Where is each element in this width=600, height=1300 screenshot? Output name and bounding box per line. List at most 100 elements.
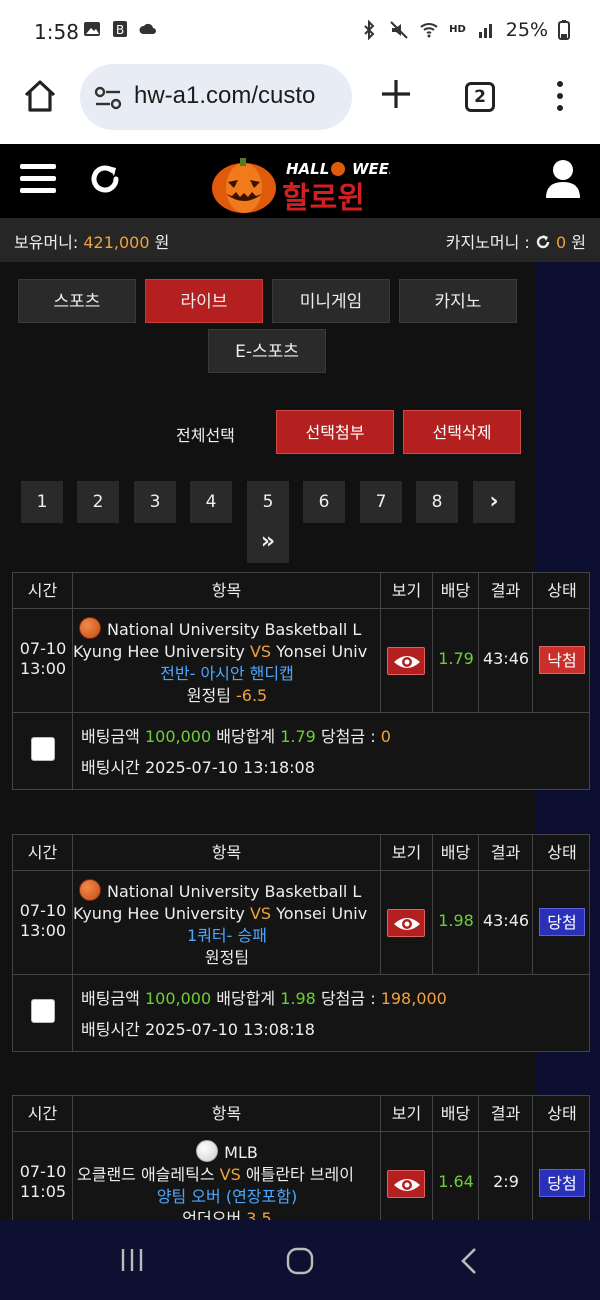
tab-minigame[interactable]: 미니게임	[272, 279, 390, 323]
more-menu-icon[interactable]	[550, 80, 570, 112]
checkbox-cell	[13, 975, 73, 1051]
back-icon[interactable]	[458, 1246, 480, 1276]
header-time: 시간	[13, 835, 73, 870]
league-name: National University Basketball L	[107, 882, 362, 901]
bettime-label: 배팅시간	[81, 758, 140, 777]
refresh-icon[interactable]	[88, 162, 122, 196]
win-label: 당첨금 :	[320, 727, 376, 746]
casino-refresh-icon[interactable]	[535, 234, 551, 250]
basketball-icon	[79, 879, 101, 901]
logo-text: 할로윈	[282, 181, 365, 214]
select-checkbox[interactable]	[31, 999, 55, 1023]
bet-card: 시간 항목 보기 배당 결과 상태 07-10 11:05 MLB 오클랜드 애…	[12, 1095, 590, 1220]
svg-text:HALL: HALL	[286, 160, 329, 178]
away-team: Yonsei Univ	[276, 904, 368, 923]
pick-name: 언더오버	[182, 1209, 242, 1220]
handicap-value: 3.5	[246, 1209, 272, 1220]
status-badge: 당첨	[539, 908, 585, 936]
pick-line: 원정팀	[73, 947, 380, 969]
money-bar: 보유머니: 421,000 원 카지노머니 : 0 원	[0, 218, 600, 262]
page-5[interactable]: 5	[247, 481, 289, 523]
checkbox-cell	[13, 713, 73, 789]
view-cell	[381, 1132, 433, 1220]
site-settings-icon[interactable]	[94, 86, 122, 110]
match-item: National University Basketball L Kyung H…	[73, 871, 381, 974]
win-value: 198,000	[380, 989, 447, 1008]
page-1[interactable]: 1	[21, 481, 63, 523]
header-item: 항목	[73, 573, 381, 608]
address-bar[interactable]: hw-a1.com/custo	[80, 64, 352, 130]
system-nav-bar	[0, 1220, 600, 1300]
home-icon[interactable]	[22, 78, 58, 114]
amount-label: 배팅금액	[81, 989, 140, 1008]
next-page-button[interactable]: ›	[473, 481, 515, 523]
last-page-button[interactable]: »	[247, 521, 289, 563]
view-details-button[interactable]	[387, 647, 425, 675]
recent-apps-icon[interactable]	[118, 1246, 146, 1274]
select-checkbox[interactable]	[31, 737, 55, 761]
header-time: 시간	[13, 573, 73, 608]
tab-casino[interactable]: 카지노	[399, 279, 517, 323]
match-date: 07-10	[19, 901, 67, 920]
vs-label: VS	[249, 904, 272, 923]
browser-toolbar: hw-a1.com/custo 2	[0, 62, 600, 144]
view-details-button[interactable]	[387, 1170, 425, 1198]
match-clock: 11:05	[19, 1182, 67, 1201]
table-row: 07-10 11:05 MLB 오클랜드 애슬레틱스 VS 애틀란타 브레이 양…	[13, 1132, 589, 1220]
status-bar: 1:58 B HD 25%	[0, 0, 600, 62]
page-2[interactable]: 2	[77, 481, 119, 523]
result-cell: 43:46	[479, 871, 533, 974]
table-row: 07-10 13:00 National University Basketba…	[13, 871, 589, 975]
tab-live[interactable]: 라이브	[145, 279, 263, 323]
status-badge: 낙첨	[539, 646, 585, 674]
status-badge: 당첨	[539, 1169, 585, 1197]
page-8[interactable]: 8	[416, 481, 458, 523]
site-logo[interactable]: HALL WEEN 할로윈	[210, 150, 402, 216]
match-date: 07-10	[19, 639, 67, 658]
total-label: 배당합계	[216, 727, 276, 746]
status-right: HD 25%	[359, 19, 570, 41]
bettime-value: 2025-07-10 13:18:08	[144, 758, 315, 777]
user-account-icon[interactable]	[545, 158, 581, 200]
match-item: National University Basketball L Kyung H…	[73, 609, 381, 712]
bet-summary-row: 배팅금액 100,000 배당합계 1.79 당첨금 : 0 배팅시간 2025…	[13, 713, 589, 789]
page-7[interactable]: 7	[360, 481, 402, 523]
home-team: 오클랜드 애슬레틱스	[77, 1165, 215, 1184]
header-item: 항목	[73, 1096, 381, 1131]
header-view: 보기	[381, 1096, 433, 1131]
table-row: 07-10 13:00 National University Basketba…	[13, 609, 589, 713]
tab-sports[interactable]: 스포츠	[18, 279, 136, 323]
attach-selected-button[interactable]: 선택첨부	[276, 410, 394, 454]
page-6[interactable]: 6	[303, 481, 345, 523]
home-nav-icon[interactable]	[285, 1246, 315, 1276]
balance-label: 보유머니:	[14, 233, 79, 252]
teams-line: 오클랜드 애슬레틱스 VS 애틀란타 브레이	[73, 1164, 380, 1186]
bettime-value: 2025-07-10 13:08:18	[144, 1020, 315, 1039]
state-cell: 낙첨	[533, 609, 591, 712]
site-header: HALL WEEN 할로윈	[0, 144, 600, 218]
svg-text:WEEN: WEEN	[352, 160, 390, 178]
tab-esports[interactable]: E-스포츠	[208, 329, 326, 373]
league-line: National University Basketball L	[73, 879, 380, 903]
header-odds: 배당	[433, 573, 479, 608]
header-odds: 배당	[433, 1096, 479, 1131]
result-cell: 43:46	[479, 609, 533, 712]
away-team: 애틀란타 브레이	[245, 1165, 355, 1184]
hamburger-menu-icon[interactable]	[20, 164, 56, 196]
header-odds: 배당	[433, 835, 479, 870]
tab-switcher-button[interactable]: 2	[465, 82, 495, 112]
page-4[interactable]: 4	[190, 481, 232, 523]
pick-name: 원정팀	[204, 948, 250, 967]
delete-selected-button[interactable]: 선택삭제	[403, 410, 521, 454]
view-details-button[interactable]	[387, 909, 425, 937]
page-3[interactable]: 3	[134, 481, 176, 523]
match-item: MLB 오클랜드 애슬레틱스 VS 애틀란타 브레이 양팀 오버 (연장포함) …	[73, 1132, 381, 1220]
pick-line: 원정팀 -6.5	[73, 685, 380, 707]
pick-line: 언더오버 3.5	[73, 1208, 380, 1220]
bet-amount-line: 배팅금액 100,000 배당합계 1.98 당첨금 : 198,000	[81, 985, 447, 1009]
new-tab-icon[interactable]	[380, 78, 412, 110]
header-state: 상태	[547, 581, 577, 600]
amount-value: 100,000	[144, 727, 212, 746]
vs-label: VS	[219, 1165, 241, 1184]
select-all-button[interactable]: 전체선택	[176, 422, 235, 446]
